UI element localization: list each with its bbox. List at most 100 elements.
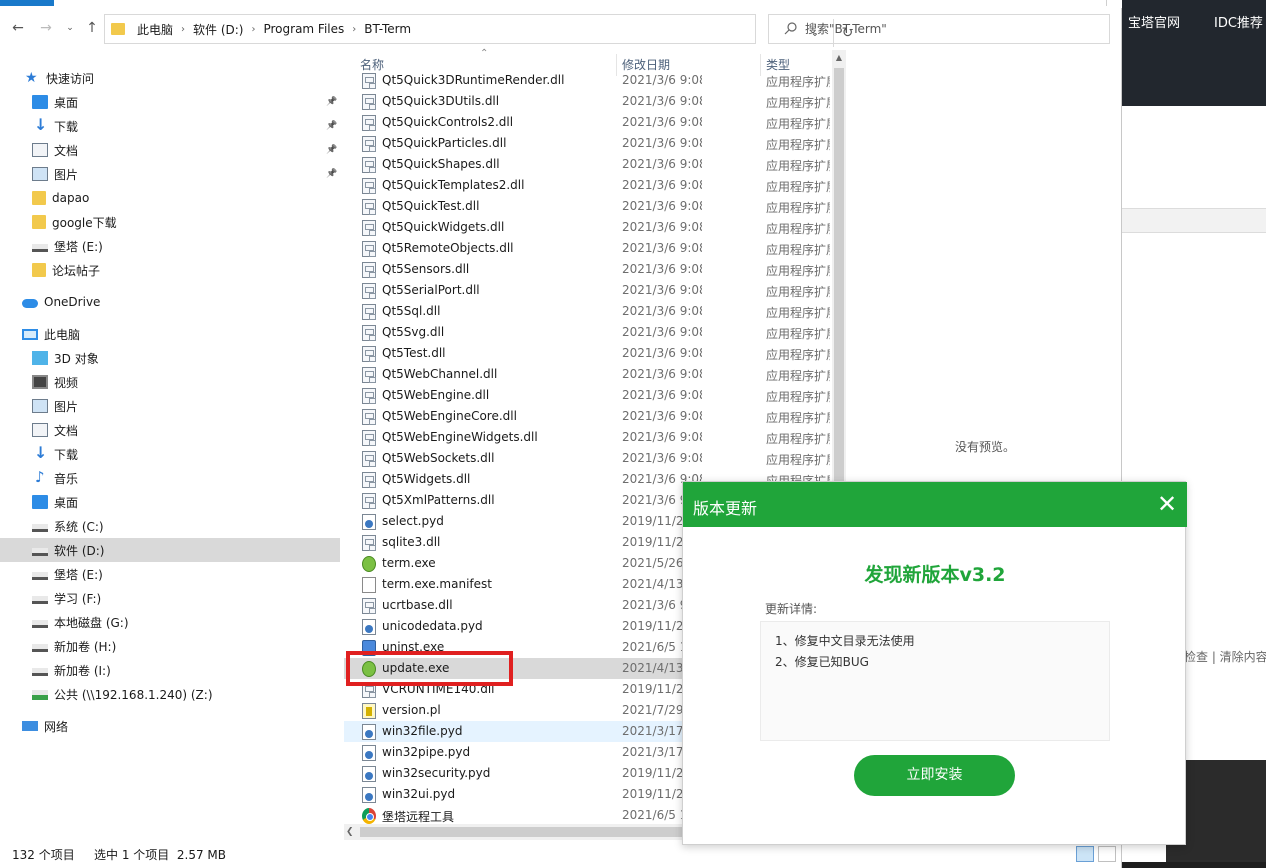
nav-pc-item-5[interactable]: ♪ 音乐: [0, 466, 340, 490]
scroll-up-arrow-icon[interactable]: ▲: [832, 50, 846, 66]
file-row[interactable]: Qt5Quick3DUtils.dll 2021/3/6 9:08 应用程序扩展: [344, 91, 832, 112]
install-now-button[interactable]: 立即安装: [854, 755, 1015, 796]
recent-locations-chevron-icon[interactable]: ⌄: [60, 18, 80, 38]
breadcrumb-chevron-icon[interactable]: ›: [181, 24, 185, 35]
search-box[interactable]: [768, 14, 1110, 44]
file-row[interactable]: Qt5RemoteObjects.dll 2021/3/6 9:08 应用程序扩展: [344, 238, 832, 259]
file-name: Qt5SerialPort.dll: [382, 283, 480, 297]
breadcrumb-program-files[interactable]: Program Files: [263, 22, 344, 36]
file-row[interactable]: Qt5SerialPort.dll 2021/3/6 9:08 应用程序扩展: [344, 280, 832, 301]
bg-nav-bt-official[interactable]: 宝塔官网: [1128, 12, 1180, 31]
ribbon-help-icon[interactable]: [1106, 0, 1116, 6]
nav-pc-item-2[interactable]: 图片: [0, 394, 340, 418]
nav-pc-item-7[interactable]: 系统 (C:): [0, 514, 340, 538]
nav-item-6[interactable]: 堡塔 (E:): [0, 234, 340, 258]
nav-pc-item-14[interactable]: 公共 (\\192.168.1.240) (Z:): [0, 682, 340, 706]
nav-pc-item-11[interactable]: 本地磁盘 (G:): [0, 610, 340, 634]
dll-file-icon: [362, 283, 376, 299]
file-row[interactable]: Qt5WebEngineCore.dll 2021/3/6 9:08 应用程序扩展: [344, 406, 832, 427]
nav-item-5[interactable]: google下载: [0, 210, 340, 234]
background-footer-links[interactable]: 检查 | 清除内容: [1184, 648, 1266, 665]
pyd-file-icon: [362, 619, 376, 635]
column-header-date[interactable]: 修改日期: [622, 56, 670, 73]
details-view-icon[interactable]: [1076, 846, 1094, 862]
file-type: 应用程序扩展: [766, 159, 830, 173]
nav-pc-item-6[interactable]: 桌面: [0, 490, 340, 514]
forward-arrow-icon[interactable]: →: [36, 18, 56, 38]
nav-pc-item-9[interactable]: 堡塔 (E:): [0, 562, 340, 586]
breadcrumb-this-pc[interactable]: 此电脑: [137, 21, 173, 38]
pl-script-icon: [362, 703, 376, 719]
file-row[interactable]: Qt5Sql.dll 2021/3/6 9:08 应用程序扩展: [344, 301, 832, 322]
nav-pc-item-8[interactable]: 软件 (D:): [0, 538, 340, 562]
nav-item-label: 音乐: [54, 471, 79, 486]
pin-icon[interactable]: 📌: [326, 97, 337, 107]
large-icons-view-icon[interactable]: [1098, 846, 1116, 862]
file-row[interactable]: Qt5Sensors.dll 2021/3/6 9:08 应用程序扩展: [344, 259, 832, 280]
scroll-left-arrow-icon[interactable]: ❮: [346, 824, 358, 840]
dll-file-icon: [362, 493, 376, 509]
breadcrumb-chevron-icon[interactable]: ›: [251, 24, 255, 35]
nav-this-pc[interactable]: 此电脑: [0, 322, 340, 346]
nav-quick-access[interactable]: ★ 快速访问: [0, 66, 340, 90]
nav-item-label: 文档: [54, 423, 79, 438]
nav-pc-item-4[interactable]: ↓ 下载: [0, 442, 340, 466]
breadcrumb-drive-d[interactable]: 软件 (D:): [193, 21, 243, 38]
close-icon[interactable]: ✕: [1153, 490, 1181, 518]
dialog-title: 版本更新: [693, 499, 758, 518]
nav-network[interactable]: 网络: [0, 714, 340, 738]
nav-pc-item-3[interactable]: 文档: [0, 418, 340, 442]
file-row[interactable]: Qt5QuickTemplates2.dll 2021/3/6 9:08 应用程序扩…: [344, 175, 832, 196]
nav-item-label: 新加卷 (H:): [54, 639, 117, 654]
nav-item-2[interactable]: 文档 📌: [0, 138, 340, 162]
file-row[interactable]: Qt5Quick3DRuntimeRender.dll 2021/3/6 9:08…: [344, 72, 832, 91]
file-date: 2021/3/6 9:08: [622, 409, 702, 423]
file-row[interactable]: Qt5Svg.dll 2021/3/6 9:08 应用程序扩展: [344, 322, 832, 343]
column-header-name[interactable]: 名称: [360, 56, 384, 73]
nav-pc-item-13[interactable]: 新加卷 (I:): [0, 658, 340, 682]
annotation-highlight-box: [346, 651, 513, 686]
file-row[interactable]: Qt5QuickWidgets.dll 2021/3/6 9:08 应用程序扩展: [344, 217, 832, 238]
file-row[interactable]: Qt5WebEngineWidgets.dll 2021/3/6 9:08 应用程序…: [344, 427, 832, 448]
nav-pc-item-0[interactable]: 3D 对象: [0, 346, 340, 370]
up-arrow-icon[interactable]: ↑: [82, 18, 102, 38]
file-name: Qt5RemoteObjects.dll: [382, 241, 514, 255]
nav-item-4[interactable]: dapao: [0, 186, 340, 210]
address-bar[interactable]: 此电脑 › 软件 (D:) › Program Files › BT-Term …: [104, 14, 853, 47]
dll-file-icon: [362, 346, 376, 362]
pin-icon[interactable]: 📌: [326, 169, 337, 179]
nav-item-1[interactable]: ↓ 下载 📌: [0, 114, 340, 138]
nav-pc-item-10[interactable]: 学习 (F:): [0, 586, 340, 610]
ribbon-file-tab[interactable]: [0, 0, 54, 6]
pin-icon[interactable]: 📌: [326, 145, 337, 155]
file-row[interactable]: Qt5QuickControls2.dll 2021/3/6 9:08 应用程序扩展: [344, 112, 832, 133]
file-name: Qt5Svg.dll: [382, 325, 445, 339]
file-name: term.exe: [382, 556, 436, 570]
file-row[interactable]: Qt5QuickParticles.dll 2021/3/6 9:08 应用程序扩展: [344, 133, 832, 154]
breadcrumb-chevron-icon[interactable]: ›: [352, 24, 356, 35]
bg-nav-idc[interactable]: IDC推荐: [1214, 12, 1263, 31]
nav-item-3[interactable]: 图片 📌: [0, 162, 340, 186]
file-row[interactable]: Qt5WebChannel.dll 2021/3/6 9:08 应用程序扩展: [344, 364, 832, 385]
file-date: 2021/3/6 9:08: [622, 94, 702, 108]
nav-onedrive[interactable]: OneDrive: [0, 290, 340, 314]
nav-item-0[interactable]: 桌面 📌: [0, 90, 340, 114]
file-name: win32pipe.pyd: [382, 745, 471, 759]
nav-pc-item-12[interactable]: 新加卷 (H:): [0, 634, 340, 658]
nav-item-label: 图片: [54, 167, 79, 182]
breadcrumb-bt-term[interactable]: BT-Term: [364, 22, 411, 36]
back-arrow-icon[interactable]: ←: [8, 18, 28, 38]
file-name: ucrtbase.dll: [382, 598, 453, 612]
exe-app-icon: [362, 556, 376, 572]
nav-item-7[interactable]: 论坛帖子: [0, 258, 340, 282]
file-row[interactable]: Qt5WebSockets.dll 2021/3/6 9:08 应用程序扩展: [344, 448, 832, 469]
column-header-type[interactable]: 类型: [766, 56, 790, 73]
search-input[interactable]: [805, 22, 1085, 36]
file-row[interactable]: Qt5Test.dll 2021/3/6 9:08 应用程序扩展: [344, 343, 832, 364]
nav-pc-item-1[interactable]: 视频: [0, 370, 340, 394]
file-row[interactable]: Qt5QuickShapes.dll 2021/3/6 9:08 应用程序扩展: [344, 154, 832, 175]
pin-icon[interactable]: 📌: [326, 121, 337, 131]
file-row[interactable]: Qt5WebEngine.dll 2021/3/6 9:08 应用程序扩展: [344, 385, 832, 406]
file-row[interactable]: Qt5QuickTest.dll 2021/3/6 9:08 应用程序扩展: [344, 196, 832, 217]
videos-icon: [32, 375, 48, 389]
